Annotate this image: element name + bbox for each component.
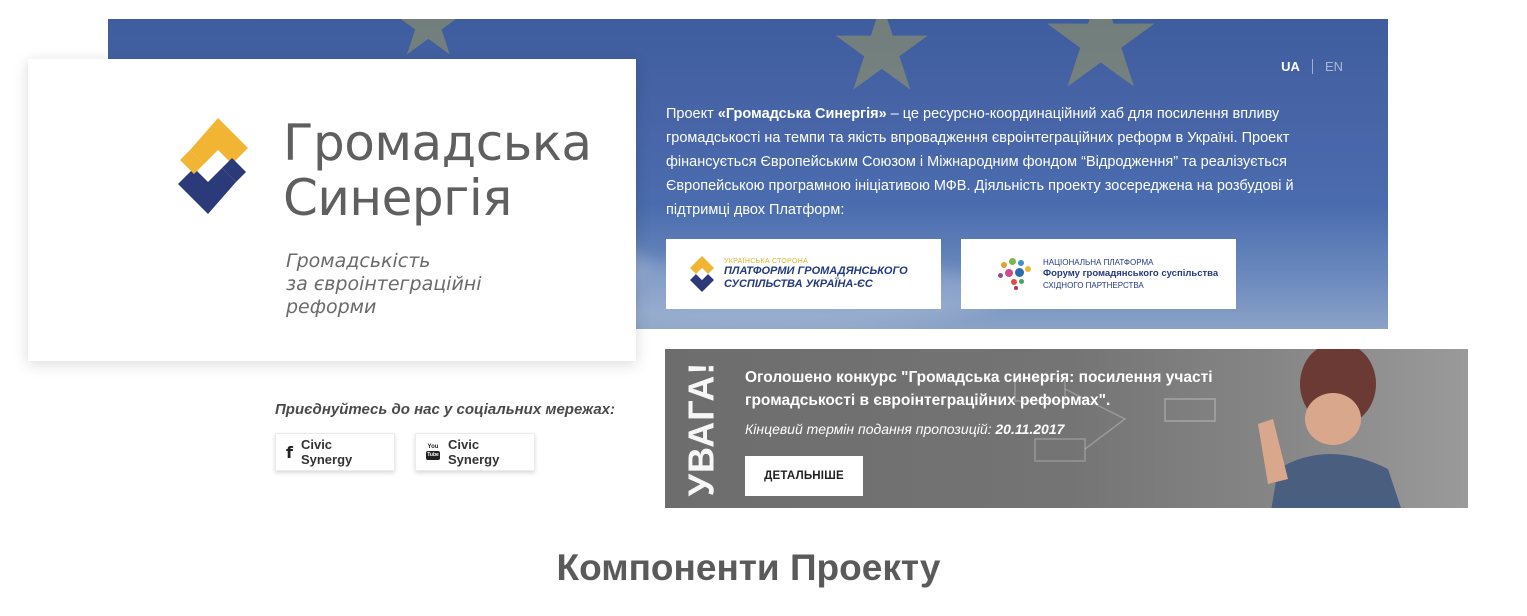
- platform-ukraine-eu-line1: ПЛАТФОРМИ ГРОМАДЯНСЬКОГО: [724, 264, 908, 277]
- language-switcher: UA EN: [1281, 59, 1343, 74]
- facebook-button-label: Civic Synergy: [300, 437, 353, 467]
- logo-title-line2: Синергія: [283, 169, 512, 227]
- notice-title[interactable]: Оголошено конкурс "Громадська синергія: …: [745, 366, 1265, 412]
- facebook-button[interactable]: f Civic Synergy: [275, 433, 395, 471]
- eu-star-decoration: ★: [1038, 19, 1164, 120]
- eap-forum-logo-icon: [997, 254, 1037, 294]
- youtube-button[interactable]: You Tube Civic Synergy: [415, 433, 535, 471]
- logo-subtitle: Громадськість за євроінтеграційні реформ…: [286, 250, 482, 319]
- notice-badge-text: УВАГА!: [680, 361, 722, 496]
- lang-en-link[interactable]: EN: [1313, 59, 1343, 74]
- hero-description: Проект «Громадська Синергія» – це ресурс…: [666, 102, 1326, 222]
- platform-ukraine-eu-logo-icon: [690, 256, 714, 292]
- logo-title-line1: Громадська: [283, 114, 592, 172]
- youtube-icon-bottom: Tube: [426, 451, 440, 460]
- social-label: Приєднуйтесь до нас у соціальних мережах…: [275, 401, 616, 418]
- youtube-icon-top: You: [427, 444, 439, 450]
- platform-card-ukraine-eu[interactable]: УКРАЇНСЬКА СТОРОНА ПЛАТФОРМИ ГРОМАДЯНСЬК…: [666, 239, 941, 309]
- civic-synergy-logo-icon[interactable]: [176, 116, 250, 216]
- eu-star-decoration: ★: [828, 19, 936, 118]
- notice-deadline: Кінцевий термін подання пропозицій: 20.1…: [745, 421, 1064, 437]
- logo-subtitle-line2: за євроінтеграційні: [286, 273, 482, 295]
- hero-text-project-name: «Громадська Синергія»: [717, 106, 887, 122]
- platform-eap-line1: НАЦІОНАЛЬНА ПЛАТФОРМА: [1043, 258, 1154, 267]
- notice-deadline-label: Кінцевий термін подання пропозицій:: [745, 421, 992, 437]
- details-button[interactable]: ДЕТАЛЬНІШЕ: [745, 456, 863, 496]
- youtube-icon: You Tube: [426, 444, 440, 460]
- notice-badge: УВАГА!: [665, 349, 737, 508]
- platform-card-eap-forum[interactable]: НАЦІОНАЛЬНА ПЛАТФОРМА Форуму громадянськ…: [961, 239, 1236, 309]
- platform-eap-line3: СХІДНОГО ПАРТНЕРСТВА: [1043, 281, 1144, 290]
- logo-card: Громадська Синергія Громадськість за євр…: [28, 59, 636, 361]
- logo-subtitle-line3: реформи: [286, 296, 377, 318]
- logo-subtitle-line1: Громадськість: [286, 250, 431, 272]
- logo-title: Громадська Синергія: [283, 116, 592, 226]
- section-title: Компоненти Проекту: [556, 547, 941, 588]
- page: ★ ★ ★ UA EN Проект «Громадська Синергія»…: [0, 0, 1527, 616]
- platform-ukraine-eu-small: УКРАЇНСЬКА СТОРОНА: [724, 257, 809, 265]
- platform-eap-line2: Форуму громадянського суспільства: [1043, 268, 1219, 279]
- notice-banner: УВАГА! Оголошено конкурс "Громадська син…: [665, 349, 1468, 508]
- platform-ukraine-eu-line2: СУСПІЛЬСТВА УКРАЇНА-ЄС: [724, 277, 873, 290]
- youtube-button-label: Civic Synergy: [448, 437, 500, 467]
- hero-text-prefix: Проект: [666, 106, 718, 122]
- facebook-icon: f: [286, 442, 293, 462]
- lang-ua-link[interactable]: UA: [1281, 59, 1313, 74]
- notice-deadline-date: 20.11.2017: [995, 421, 1065, 437]
- hero-text-body: – це ресурсно-координаційний хаб для пос…: [666, 106, 1294, 218]
